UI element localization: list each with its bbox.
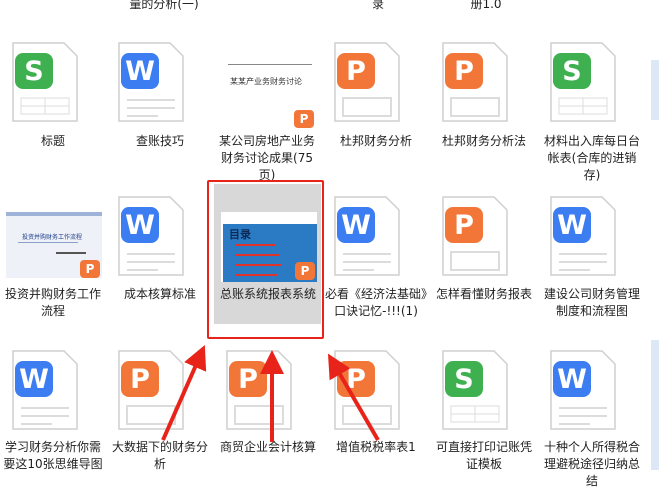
annotation-arrows [161,345,380,442]
arrow-icon [327,353,380,442]
arrow-icon [161,345,207,441]
